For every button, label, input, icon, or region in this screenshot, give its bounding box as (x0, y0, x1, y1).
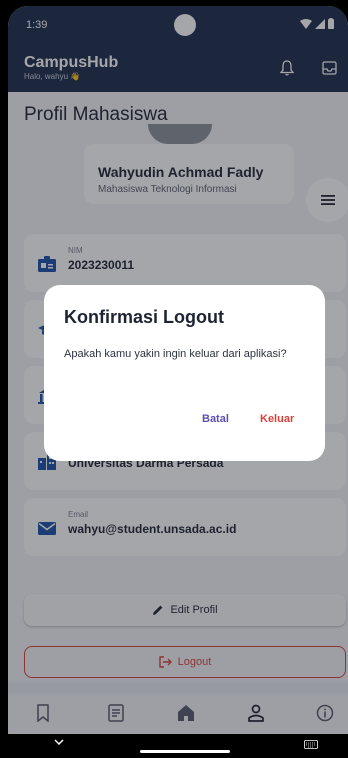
dialog-message: Apakah kamu yakin ingin keluar dari apli… (64, 348, 287, 360)
home-gesture-bar[interactable] (140, 750, 230, 753)
cancel-button[interactable]: Batal (202, 413, 229, 425)
phone-screen: 1:39 CampusHub Halo, wahyu 👋 Profil Maha… (8, 6, 348, 758)
confirm-logout-button[interactable]: Keluar (260, 413, 294, 425)
keyboard-icon[interactable] (304, 740, 318, 749)
dialog-title: Konfirmasi Logout (64, 307, 224, 327)
chevron-down-icon[interactable] (54, 738, 64, 746)
system-navigation-bar (8, 734, 348, 758)
logout-dialog: Konfirmasi Logout Apakah kamu yakin ingi… (44, 285, 325, 461)
